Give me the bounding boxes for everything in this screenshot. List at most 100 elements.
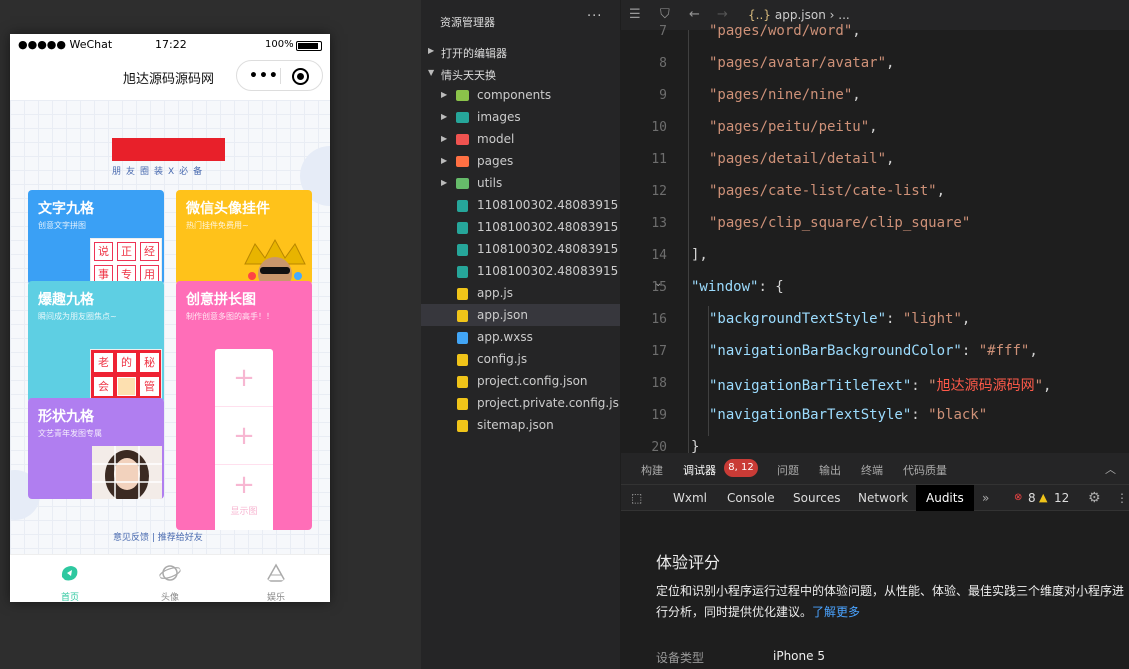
tab-console[interactable]: Console [727,485,775,511]
file-icon [457,398,468,410]
folder-item[interactable]: ▶ utils [421,172,620,194]
section-project[interactable]: ▼ 情头天天换 [421,62,620,84]
tab-sources[interactable]: Sources [793,485,840,511]
code-token: , [869,119,878,135]
file-item[interactable]: app.js [421,282,620,304]
chevron-down-icon: ▼ [428,68,435,77]
tab-home[interactable]: 首页 [40,555,100,602]
file-item[interactable]: app.json [421,304,620,326]
close-circle-icon[interactable] [292,68,309,85]
code-token: "window" [691,279,759,295]
fun-grid-preview: 老 的 秘 会 管 [90,349,162,399]
tab-network[interactable]: Network [858,485,908,511]
code-line[interactable]: 9 "pages/nine/nine", [621,82,1129,114]
grid-char: 管 [140,377,159,396]
more-vertical-icon[interactable]: ⋮ [1116,485,1128,511]
line-number: 17 [651,344,667,359]
tab-audits[interactable]: Audits [916,485,974,511]
code-token: "#fff" [978,343,1030,359]
tab-wxml[interactable]: Wxml [673,485,707,511]
tab-output[interactable]: 输出 [819,462,841,478]
code-token: : { [758,279,784,295]
tab-avatar[interactable]: 头像 [140,555,200,602]
more-tabs-icon[interactable]: » [982,485,989,511]
file-item[interactable]: 1108100302.48083915... [421,238,620,260]
file-icon [457,332,468,344]
warning-icon: ▲ [1039,491,1048,504]
folder-item[interactable]: ▶ components [421,84,620,106]
grid-face [117,377,136,396]
inspect-icon[interactable]: ⬚ [631,485,642,511]
section-open-editors[interactable]: ▶ 打开的编辑器 [421,40,620,62]
folder-item[interactable]: ▶ model [421,128,620,150]
code-line[interactable]: 12 "pages/cate-list/cate-list", [621,178,1129,210]
planet-icon [159,565,181,581]
code-line[interactable]: 10 "pages/peitu/peitu", [621,114,1129,146]
device-type-value[interactable]: iPhone 5 [773,649,825,663]
file-label: sitemap.json [477,418,554,432]
folder-icon [456,90,469,101]
pendant-avatar-image [244,238,306,285]
tab-code-quality[interactable]: 代码质量 [903,462,947,478]
folder-label: model [477,132,515,146]
error-icon: ⊗ [1014,492,1023,503]
card-subtitle: 瞬间成为朋友圈焦点~ [38,312,117,321]
folder-item[interactable]: ▶ images [421,106,620,128]
learn-more-link[interactable]: 了解更多 [812,605,860,619]
tab-fun[interactable]: 娱乐 [246,555,306,602]
plus-icon[interactable]: + [215,407,273,465]
error-count[interactable]: 8 [1028,485,1036,511]
warning-count[interactable]: 12 [1054,485,1069,511]
file-item[interactable]: app.wxss [421,326,620,348]
more-dots-icon[interactable]: ••• [249,68,279,84]
code-text: "navigationBarTextStyle": "black" [709,407,987,423]
code-text: "window": { [691,279,784,295]
plus-icon[interactable]: + [215,349,273,407]
code-line[interactable]: 13 "pages/clip_square/clip_square" [621,210,1129,242]
code-line[interactable]: 18 "navigationBarTitleText": "旭达源码源码网", [621,370,1129,402]
file-item[interactable]: sitemap.json [421,414,620,436]
code-line[interactable]: 8 "pages/avatar/avatar", [621,50,1129,82]
line-number: 7 [659,24,667,39]
code-token: , [886,55,895,71]
tab-label: 首页 [60,593,79,602]
collapse-chevron-icon[interactable]: ︿ [1105,461,1116,477]
code-line[interactable]: 15 "window": { [621,274,1129,306]
code-line[interactable]: 16 "backgroundTextStyle": "light", [621,306,1129,338]
grid-char: 说 [94,242,113,261]
code-line[interactable]: 14], [621,242,1129,274]
file-item[interactable]: 1108100302.48083915... [421,194,620,216]
file-item[interactable]: project.config.json [421,370,620,392]
tab-debugger[interactable]: 调试器 [683,462,716,478]
code-line[interactable]: 7 "pages/word/word", [621,18,1129,50]
page-title: 旭达源码源码网 [123,72,215,87]
tab-terminal[interactable]: 终端 [861,462,883,478]
code-line[interactable]: 17 "navigationBarBackgroundColor": "#fff"… [621,338,1129,370]
feedback-links[interactable]: 意见反馈 | 推荐给好友 [113,530,203,543]
file-item[interactable]: config.js [421,348,620,370]
code-line[interactable]: 19 "navigationBarTextStyle": "black" [621,402,1129,434]
file-label: 1108100302.48083915... [477,220,619,234]
more-actions-icon[interactable]: ··· [587,9,602,24]
code-line[interactable]: 11 "pages/detail/detail", [621,146,1129,178]
tab-problems[interactable]: 问题 [777,462,799,478]
card-long-image[interactable]: 创意拼长图 制作创意多图的高手！！ + + + 显示图 [176,281,312,530]
card-shape-grid[interactable]: 形状九格 文艺青年发图专属 [28,398,164,499]
folder-item[interactable]: ▶ pages [421,150,620,172]
card-subtitle: 热门挂件免费用~ [186,221,249,230]
tab-build[interactable]: 构建 [641,462,663,478]
settings-gear-icon[interactable]: ⚙ [1088,485,1101,511]
card-fun-grid[interactable]: 爆趣九格 瞬间成为朋友圈焦点~ 老 的 秘 会 管 [28,281,164,403]
plus-icon[interactable]: + 显示图 [215,465,273,523]
card-title: 爆趣九格 [38,292,94,308]
menu-capsule[interactable]: ••• [236,60,323,91]
file-item[interactable]: 1108100302.48083915... [421,260,620,282]
card-avatar-pendant[interactable]: 微信头像挂件 热门挂件免费用~ [176,190,312,285]
code-token: , [961,311,971,327]
device-type-label: 设备类型 [656,651,705,665]
file-item[interactable]: project.private.config.js... [421,392,620,414]
upload-hint: 显示图 [230,507,258,517]
line-number: 16 [651,312,667,327]
file-item[interactable]: 1108100302.48083915... [421,216,620,238]
card-word-grid[interactable]: 文字九格 创意文字拼图 说 正 经 事 专 用 [28,190,164,285]
